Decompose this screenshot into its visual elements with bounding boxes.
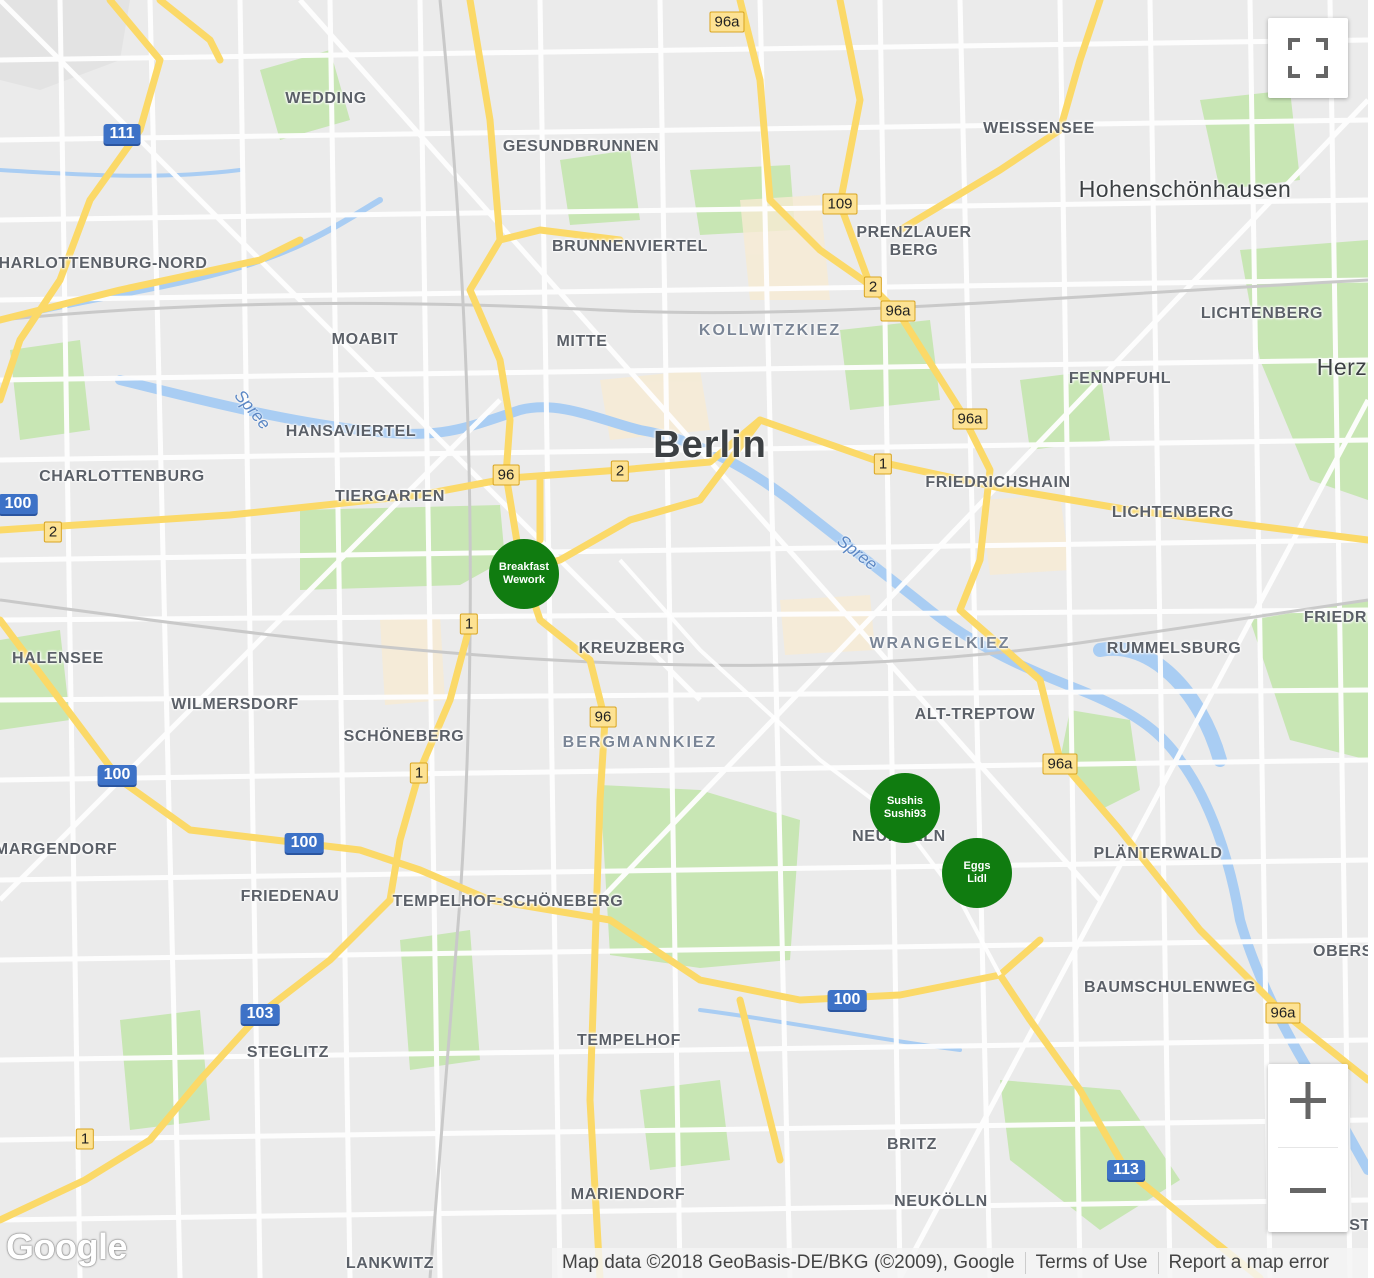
road-shield: 103 bbox=[240, 1004, 280, 1024]
road-shield: 1 bbox=[409, 762, 429, 784]
place-label: WEISSENSEE bbox=[983, 120, 1095, 137]
road-shield: 113 bbox=[1107, 1160, 1145, 1180]
road-shield: 96a bbox=[1265, 1002, 1301, 1024]
place-label: CHARLOTTENBURG bbox=[39, 468, 205, 485]
map-marker[interactable]: Eggs Lidl bbox=[942, 838, 1012, 908]
road-shield: 100 bbox=[827, 990, 867, 1010]
place-label: TEMPELHOF bbox=[576, 1032, 682, 1049]
place-label: GESUNDBRUNNEN bbox=[502, 138, 660, 155]
place-label: LICHTENBERG bbox=[1111, 504, 1235, 521]
place-label: MITTE bbox=[556, 333, 608, 350]
place-label: FRIEDENAU bbox=[240, 888, 340, 905]
place-label: ALT-TREPTOW bbox=[914, 706, 1036, 723]
road-shield: 1 bbox=[873, 453, 893, 475]
place-label: WRANGELKIEZ bbox=[869, 635, 1011, 652]
place-label: NEUKÖLLN bbox=[894, 1193, 988, 1210]
road-shield: 111 bbox=[103, 124, 141, 144]
zoom-out-button[interactable] bbox=[1268, 1148, 1348, 1232]
place-label: HANSAVIERTEL bbox=[285, 423, 417, 440]
road-shield: 100 bbox=[284, 833, 324, 853]
map-marker[interactable]: Sushis Sushi93 bbox=[870, 773, 940, 843]
place-label: LANKWITZ bbox=[345, 1255, 435, 1272]
road-shield: 96a bbox=[709, 11, 745, 33]
place-label: STEGLITZ bbox=[246, 1044, 330, 1061]
report-map-error-link[interactable]: Report a map error bbox=[1159, 1252, 1340, 1274]
road-shield: 2 bbox=[610, 460, 630, 482]
place-label: MARIENDORF bbox=[570, 1186, 686, 1203]
road-shield: 100 bbox=[0, 494, 38, 514]
place-label: BRUNNENVIERTEL bbox=[552, 238, 708, 255]
road-shield: 96 bbox=[492, 464, 520, 486]
google-logo: Google bbox=[6, 1226, 128, 1267]
place-label: TIERGARTEN bbox=[335, 488, 445, 505]
map-data-credit: Map data ©2018 GeoBasis-DE/BKG (©2009), … bbox=[562, 1252, 1015, 1273]
marker-label-line2: Wework bbox=[503, 574, 545, 586]
place-label: FENNPFUHL bbox=[1068, 370, 1172, 387]
place-label: KOLLWITZKIEZ bbox=[698, 322, 842, 339]
marker-label-line2: Lidl bbox=[967, 873, 987, 885]
place-label: HARLOTTENBURG-NORD bbox=[0, 255, 208, 272]
fullscreen-icon bbox=[1288, 38, 1328, 78]
map-marker[interactable]: Breakfast Wework bbox=[489, 539, 559, 609]
minus-icon bbox=[1290, 1188, 1326, 1193]
marker-label-line1: Eggs bbox=[963, 860, 991, 872]
place-label: TEMPELHOF-SCHÖNEBERG bbox=[392, 893, 624, 910]
place-label: MARGENDORF bbox=[0, 841, 118, 858]
fullscreen-button[interactable] bbox=[1268, 18, 1348, 98]
place-label: RUMMELSBURG bbox=[1106, 640, 1242, 657]
road-shield: 1 bbox=[75, 1128, 95, 1150]
place-label: SCHÖNEBERG bbox=[343, 728, 465, 745]
road-shield: 96a bbox=[1042, 753, 1078, 775]
place-label: FRIEDRI bbox=[1303, 609, 1368, 626]
place-label: WILMERSDORF bbox=[171, 696, 299, 713]
place-label: KREUZBERG bbox=[578, 640, 686, 657]
attribution-bar: Map data ©2018 GeoBasis-DE/BKG (©2009), … bbox=[552, 1248, 1368, 1278]
place-label: LICHTENBERG bbox=[1200, 305, 1324, 322]
marker-label-line2: Sushi93 bbox=[883, 808, 927, 820]
place-label: BRITZ bbox=[886, 1136, 938, 1153]
road-shield: 96 bbox=[589, 706, 617, 728]
road-shield: 96a bbox=[880, 300, 916, 322]
place-label: HALENSEE bbox=[12, 650, 104, 667]
place-label: PLÄNTERWALD bbox=[1093, 845, 1223, 862]
marker-label-line1: Sushis bbox=[886, 795, 924, 807]
map-canvas[interactable]: WEDDING GESUNDBRUNNEN WEISSENSEE Hohenschön… bbox=[0, 0, 1368, 1278]
place-label: WEDDING bbox=[285, 90, 367, 107]
place-label: BERGMANNKIEZ bbox=[562, 734, 718, 751]
place-label: PRENZLAUER BERG bbox=[856, 224, 972, 259]
road-shield: 1 bbox=[459, 613, 479, 635]
terms-of-use-link[interactable]: Terms of Use bbox=[1026, 1252, 1158, 1274]
zoom-controls bbox=[1268, 1064, 1348, 1232]
zoom-in-button[interactable] bbox=[1268, 1064, 1348, 1148]
place-label: MOABIT bbox=[331, 331, 399, 348]
place-label: FRIEDRICHSHAIN bbox=[925, 474, 1071, 491]
place-label: OBERS bbox=[1313, 943, 1368, 960]
place-label: Berlin bbox=[653, 424, 767, 466]
place-label: Hohenschönhausen bbox=[1078, 176, 1292, 202]
road-shield: 109 bbox=[822, 193, 858, 215]
place-label: BAUMSCHULENWEG bbox=[1084, 979, 1256, 996]
plus-icon bbox=[1290, 1082, 1326, 1119]
road-shield: 100 bbox=[97, 765, 137, 785]
road-shield: 2 bbox=[43, 521, 63, 543]
place-label: Herz bbox=[1316, 354, 1368, 380]
road-shield: 96a bbox=[952, 408, 988, 430]
marker-label-line1: Breakfast bbox=[498, 561, 550, 573]
road-shield: 2 bbox=[863, 276, 883, 298]
